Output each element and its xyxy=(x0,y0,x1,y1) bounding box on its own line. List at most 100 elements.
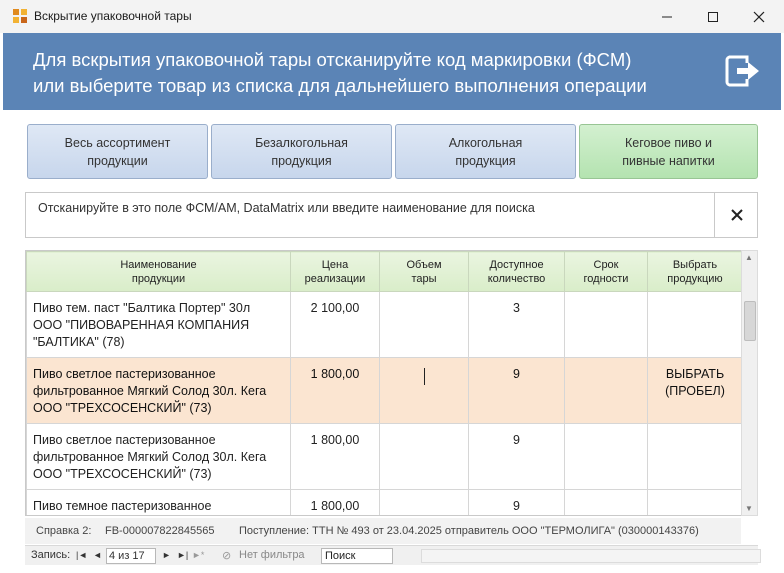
vertical-scrollbar[interactable]: ▲ ▼ xyxy=(741,250,758,516)
product-name-cell[interactable]: Пиво темное пастеризованное xyxy=(26,489,291,515)
product-name-line: ООО "ТРЕХСОСЕНСКИЙ" (73) xyxy=(33,467,212,481)
price-cell[interactable]: 1 800,00 xyxy=(290,423,380,490)
header-line: Объем xyxy=(406,258,442,271)
category-keg-line-1: Кеговое пиво и xyxy=(624,135,712,150)
column-header-quantity[interactable]: Доступное количество xyxy=(468,251,565,292)
scroll-up-icon[interactable]: ▲ xyxy=(745,253,753,262)
select-product-button[interactable]: ВЫБРАТЬ (ПРОБЕЛ) xyxy=(647,357,741,424)
header-line: Срок xyxy=(593,258,619,271)
expiry-cell[interactable] xyxy=(564,489,648,515)
filter-icon[interactable]: ⊘ xyxy=(222,549,231,562)
expiry-cell[interactable] xyxy=(564,423,648,490)
filter-status-button[interactable]: Нет фильтра xyxy=(239,549,305,561)
table-row[interactable]: Пиво темное пастеризованное 1 800,00 9 xyxy=(26,489,741,515)
close-window-button[interactable] xyxy=(736,0,782,33)
category-non-alcoholic-line-2: продукция xyxy=(271,153,332,168)
volume-cell[interactable] xyxy=(379,489,469,515)
next-record-icon[interactable]: ► xyxy=(162,550,171,560)
product-name-line: Пиво светлое пастеризованное xyxy=(33,433,216,447)
select-line: (ПРОБЕЛ) xyxy=(665,384,725,398)
table-row[interactable]: Пиво тем. паст "Балтика Портер" 30л ООО … xyxy=(26,291,741,358)
expiry-cell[interactable] xyxy=(564,357,648,424)
category-alcoholic-line-2: продукция xyxy=(455,153,516,168)
text-cursor xyxy=(423,368,425,385)
quantity-cell[interactable]: 3 xyxy=(468,291,565,358)
product-name-line: ООО "ТРЕХСОСЕНСКИЙ" (73) xyxy=(33,401,212,415)
record-navigator: Запись: |◄ ◄ 4 из 17 ► ►| ►* ⊘ Нет фильт… xyxy=(25,545,761,565)
scrollbar-thumb[interactable] xyxy=(744,301,756,341)
category-alcoholic-button[interactable]: Алкогольная продукция xyxy=(395,124,576,179)
instruction-header: Для вскрытия упаковочной тары отсканируй… xyxy=(3,33,781,110)
column-header-select[interactable]: Выбрать продукцию xyxy=(647,251,741,292)
maximize-button[interactable] xyxy=(690,0,736,33)
last-record-icon[interactable]: ►| xyxy=(177,550,188,560)
category-all-products-button[interactable]: Весь ассортимент продукции xyxy=(27,124,208,179)
window-title: Вскрытие упаковочной тары xyxy=(34,9,192,23)
category-non-alcoholic-button[interactable]: Безалкогольная продукция xyxy=(211,124,392,179)
column-header-expiry[interactable]: Срок годности xyxy=(564,251,648,292)
volume-cell[interactable] xyxy=(379,423,469,490)
info-label: Справка 2: xyxy=(36,525,92,537)
instruction-line-2: или выберите товар из списка для дальней… xyxy=(33,75,647,96)
exit-icon[interactable] xyxy=(723,51,763,91)
info-code: FB-000007822845565 xyxy=(105,525,215,537)
select-line: ВЫБРАТЬ xyxy=(665,367,725,381)
category-keg-line-2: пивные напитки xyxy=(622,153,715,168)
column-header-volume[interactable]: Объем тары xyxy=(379,251,469,292)
category-non-alcoholic-line-1: Безалкогольная xyxy=(255,135,348,150)
products-table: Наименование продукции Цена реализации Объ… xyxy=(25,250,741,516)
horizontal-scrollbar[interactable] xyxy=(421,549,761,563)
header-line: тары xyxy=(411,272,437,285)
product-name-line: "БАЛТИКА" (78) xyxy=(33,335,125,349)
select-cell[interactable] xyxy=(647,291,741,358)
new-record-icon[interactable]: ►* xyxy=(192,550,204,560)
volume-cell[interactable] xyxy=(379,291,469,358)
instruction-text: Для вскрытия упаковочной тары отсканируй… xyxy=(33,47,693,99)
header-line: продукцию xyxy=(667,272,723,285)
expiry-cell[interactable] xyxy=(564,291,648,358)
category-keg-beer-button[interactable]: Кеговое пиво и пивные напитки xyxy=(579,124,758,179)
select-cell[interactable] xyxy=(647,489,741,515)
minimize-button[interactable] xyxy=(644,0,690,33)
header-line: Доступное xyxy=(489,258,544,271)
maximize-icon xyxy=(708,11,718,22)
record-position-input[interactable]: 4 из 17 xyxy=(106,548,156,564)
price-cell[interactable]: 2 100,00 xyxy=(290,291,380,358)
product-name-line: Пиво тем. паст "Балтика Портер" 30л xyxy=(33,301,251,315)
navigator-search-input[interactable]: Поиск xyxy=(321,548,393,564)
quantity-cell[interactable]: 9 xyxy=(468,489,565,515)
close-icon xyxy=(730,209,743,221)
header-line: количество xyxy=(487,272,546,285)
quantity-cell[interactable]: 9 xyxy=(468,357,565,424)
clear-search-button[interactable] xyxy=(714,193,758,237)
header-line: годности xyxy=(583,272,629,285)
scroll-down-icon[interactable]: ▼ xyxy=(745,504,753,513)
quantity-cell[interactable]: 9 xyxy=(468,423,565,490)
product-name-line: Пиво темное пастеризованное xyxy=(33,499,212,513)
product-name-cell[interactable]: Пиво светлое пастеризованное фильтрованн… xyxy=(26,423,291,490)
table-header-row: Наименование продукции Цена реализации Объ… xyxy=(26,251,741,292)
product-name-line: фильтрованное Мягкий Солод 30л. Кега xyxy=(33,384,267,398)
product-name-line: Пиво светлое пастеризованное xyxy=(33,367,216,381)
product-name-cell[interactable]: Пиво тем. паст "Балтика Портер" 30л ООО … xyxy=(26,291,291,358)
product-name-cell[interactable]: Пиво светлое пастеризованное фильтрованн… xyxy=(26,357,291,424)
search-input[interactable]: Отсканируйте в это поле ФСМ/АМ, DataMatr… xyxy=(25,192,758,238)
product-name-line: ООО "ПИВОВАРЕННАЯ КОМПАНИЯ xyxy=(33,318,250,332)
previous-record-icon[interactable]: ◄ xyxy=(93,550,102,560)
category-all-line-2: продукции xyxy=(87,153,148,168)
price-cell[interactable]: 1 800,00 xyxy=(290,489,380,515)
minimize-icon xyxy=(662,16,672,17)
first-record-icon[interactable]: |◄ xyxy=(76,550,87,560)
volume-cell[interactable] xyxy=(379,357,469,424)
info-bar: Справка 2: FB-000007822845565 Поступлени… xyxy=(25,518,741,544)
table-row[interactable]: Пиво светлое пастеризованное фильтрованн… xyxy=(26,423,741,490)
select-cell[interactable] xyxy=(647,423,741,490)
column-header-price[interactable]: Цена реализации xyxy=(290,251,380,292)
close-icon xyxy=(753,11,765,22)
column-header-name[interactable]: Наименование продукции xyxy=(26,251,291,292)
header-line: Выбрать xyxy=(672,258,718,271)
instruction-line-1: Для вскрытия упаковочной тары отсканируй… xyxy=(33,49,632,70)
table-row-selected[interactable]: Пиво светлое пастеризованное фильтрованн… xyxy=(26,357,741,424)
category-alcoholic-line-1: Алкогольная xyxy=(448,135,523,150)
price-cell[interactable]: 1 800,00 xyxy=(290,357,380,424)
